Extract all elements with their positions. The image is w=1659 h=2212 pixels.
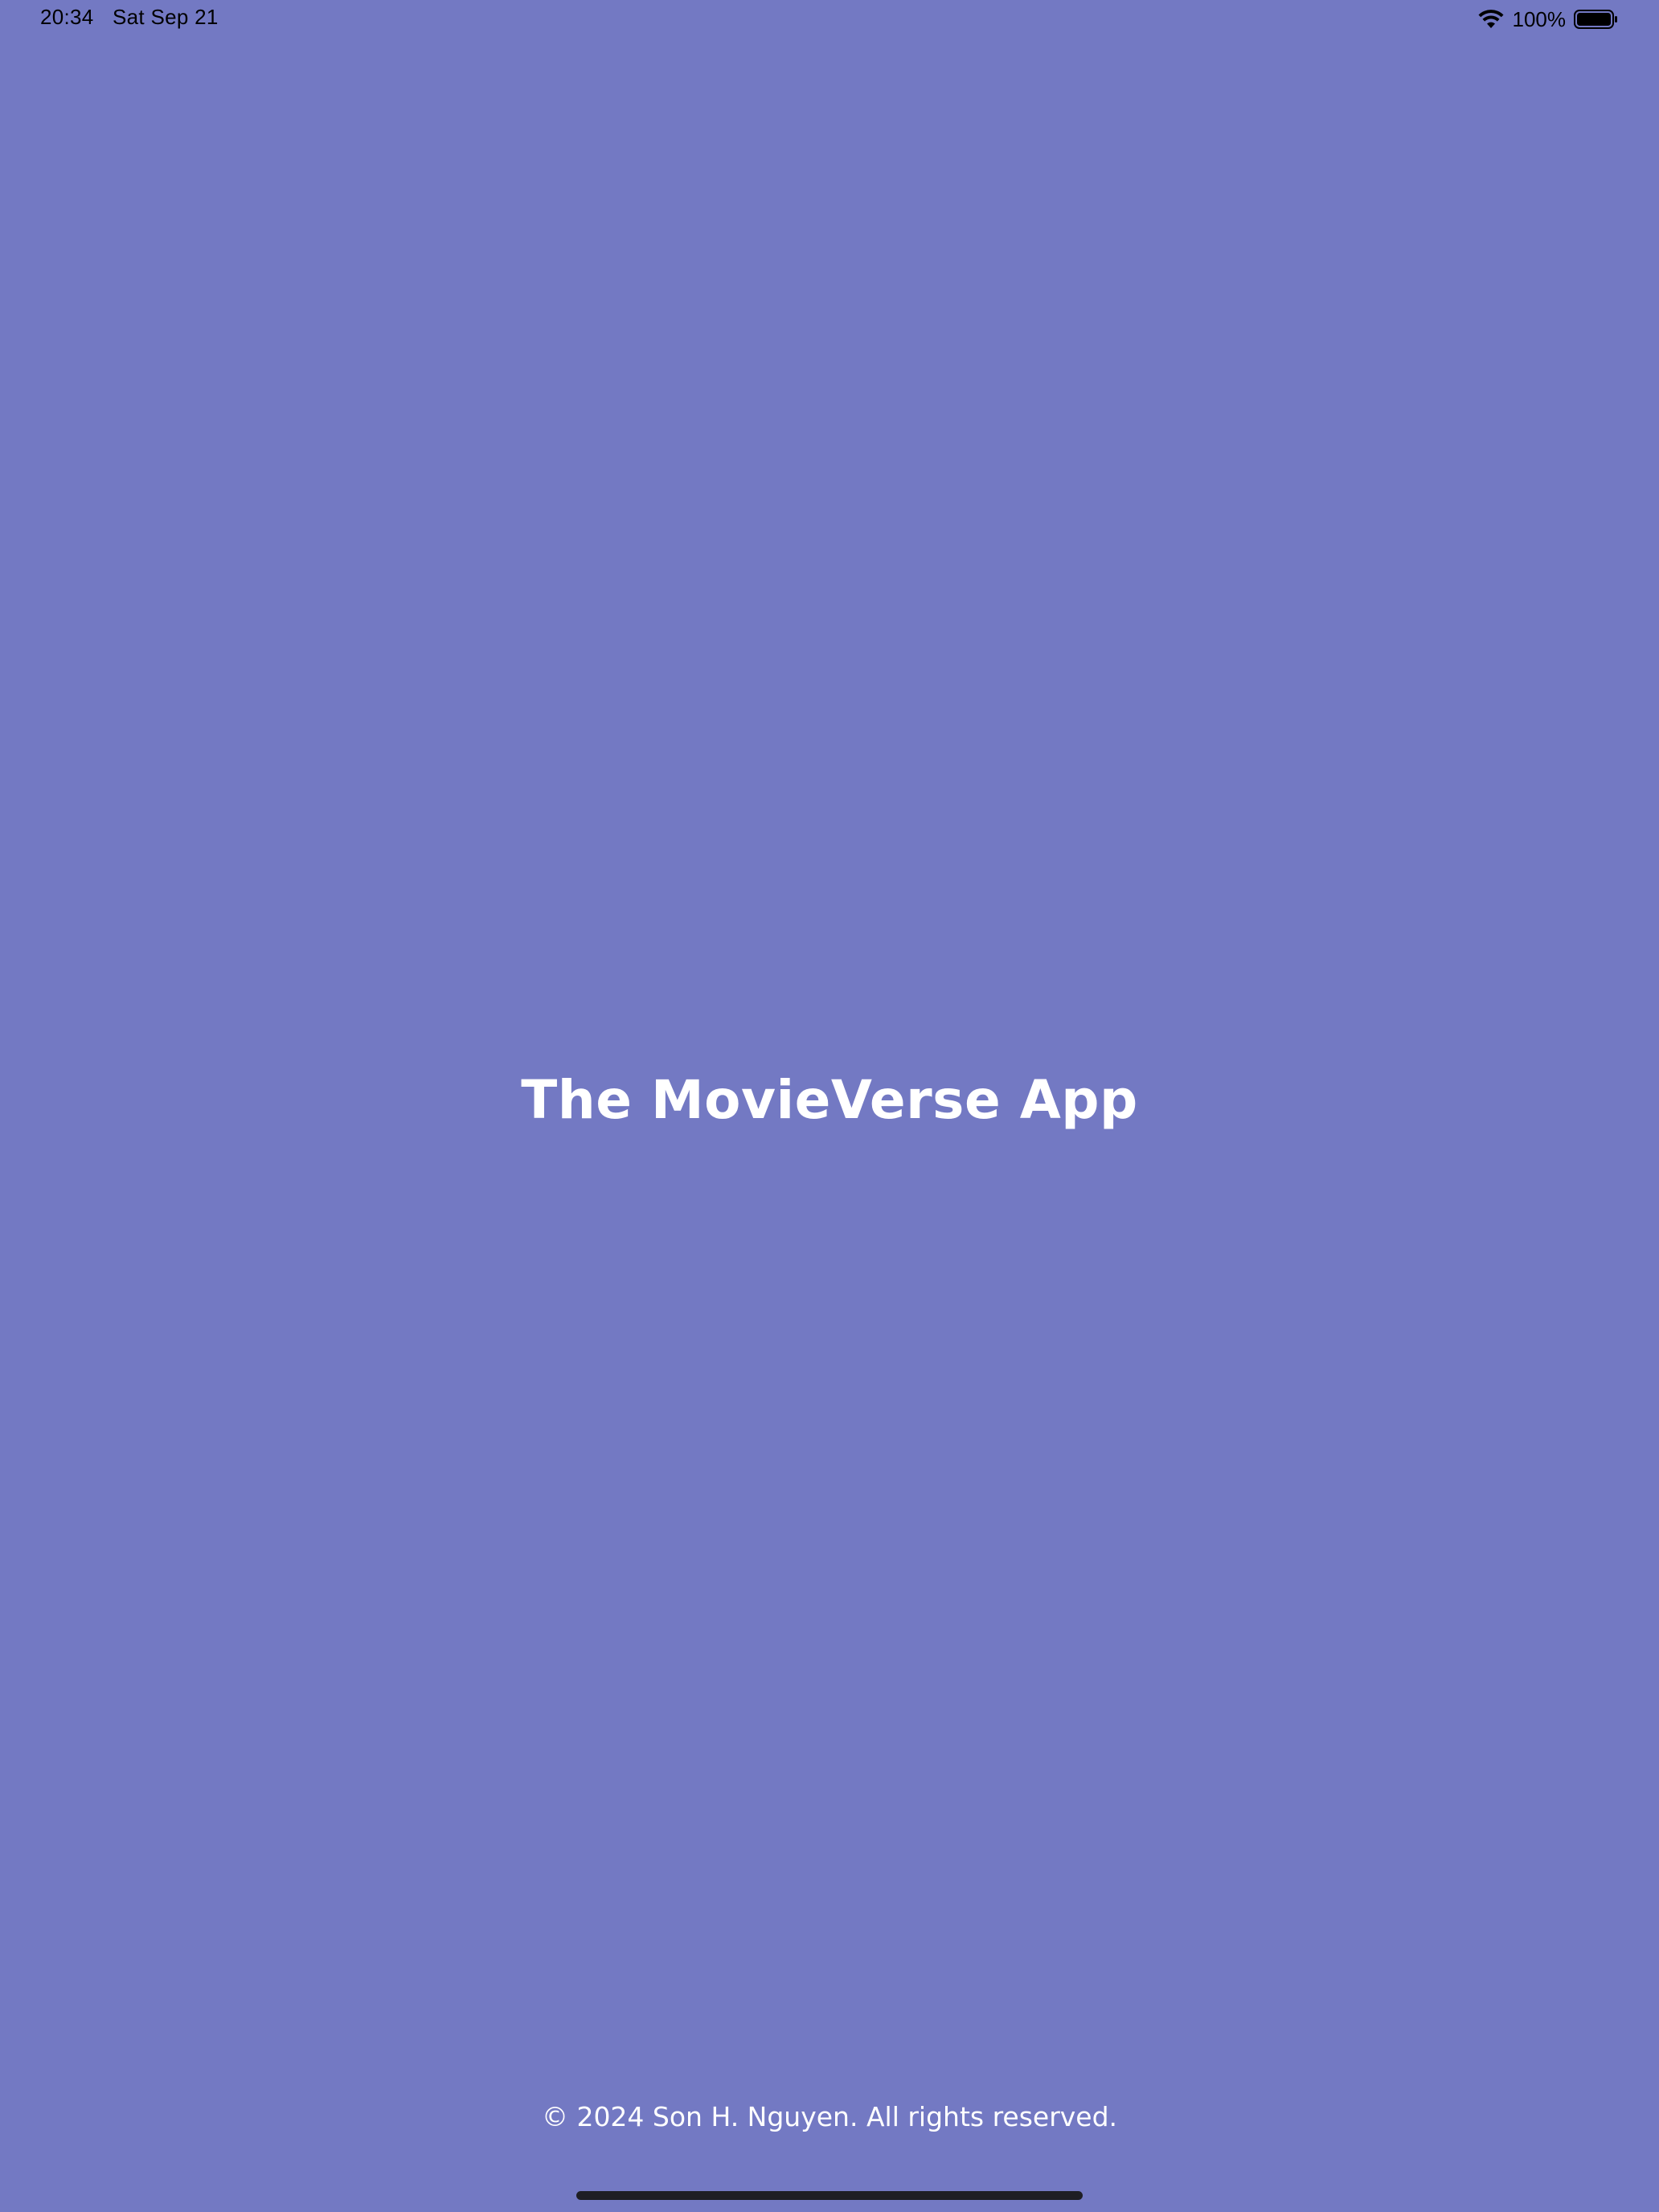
battery-percent: 100% bbox=[1512, 6, 1567, 31]
wifi-icon bbox=[1477, 9, 1505, 30]
home-indicator[interactable] bbox=[576, 2191, 1083, 2200]
battery-icon bbox=[1574, 9, 1619, 30]
copyright-text: © 2024 Son H. Nguyen. All rights reserve… bbox=[541, 2101, 1118, 2132]
status-date: Sat Sep 21 bbox=[113, 5, 219, 29]
status-indicators: 100% bbox=[1477, 5, 1620, 34]
status-time: 20:34 bbox=[40, 5, 94, 29]
app-title: The MovieVerse App bbox=[521, 1069, 1138, 1131]
status-bar: 20:34 Sat Sep 21 100% bbox=[0, 0, 1659, 39]
